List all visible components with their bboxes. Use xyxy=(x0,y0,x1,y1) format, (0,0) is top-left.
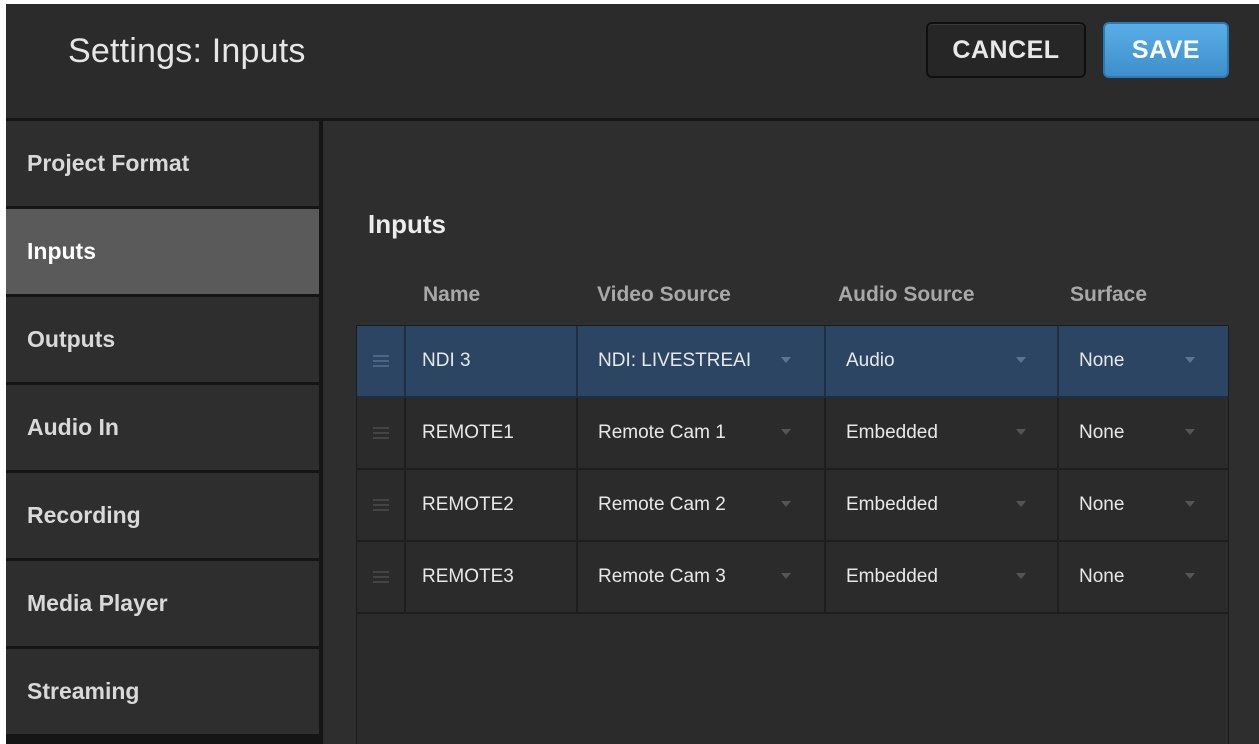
column-header-surface: Surface xyxy=(1070,283,1148,306)
input-name: REMOTE2 xyxy=(422,494,514,515)
surface-select[interactable]: None xyxy=(1059,542,1228,612)
inputs-panel: Inputs Name Video Source Audio Source Su… xyxy=(324,121,1259,744)
sidebar-item-audio-in[interactable]: Audio In xyxy=(6,385,319,470)
settings-sidebar: Project Format Inputs Outputs Audio In R… xyxy=(6,121,323,744)
sidebar-item-label: Media Player xyxy=(27,590,168,616)
sidebar-item-outputs[interactable]: Outputs xyxy=(6,297,319,382)
table-row[interactable]: REMOTE2 Remote Cam 2 Embedded None xyxy=(357,470,1228,542)
input-name-cell[interactable]: NDI 3 xyxy=(406,326,578,396)
video-source-select[interactable]: Remote Cam 1 xyxy=(578,398,826,468)
video-source-value: Remote Cam 1 xyxy=(598,422,726,443)
surface-value: None xyxy=(1079,350,1125,371)
column-header-video-source: Video Source xyxy=(597,283,731,306)
sidebar-item-label: Streaming xyxy=(27,678,140,704)
surface-value: None xyxy=(1079,494,1125,515)
settings-window: Settings: Inputs CANCEL SAVE Project For… xyxy=(6,4,1259,744)
sidebar-item-project-format[interactable]: Project Format xyxy=(6,121,319,206)
chevron-down-icon xyxy=(1016,429,1026,435)
surface-value: None xyxy=(1079,422,1125,443)
row-drag-handle[interactable] xyxy=(357,542,406,612)
sidebar-item-label: Outputs xyxy=(27,326,116,352)
chevron-down-icon xyxy=(781,357,791,363)
audio-source-value: Embedded xyxy=(846,566,938,587)
chevron-down-icon xyxy=(1185,573,1195,579)
audio-source-select[interactable]: Embedded xyxy=(826,542,1059,612)
sidebar-item-streaming[interactable]: Streaming xyxy=(6,649,319,734)
drag-handle-icon xyxy=(372,355,389,367)
row-drag-handle[interactable] xyxy=(357,470,406,540)
drag-handle-icon xyxy=(372,427,389,439)
drag-handle-icon xyxy=(372,571,389,583)
column-header-name: Name xyxy=(423,283,481,306)
input-name: REMOTE1 xyxy=(422,422,514,443)
video-source-value: NDI: LIVESTREAI xyxy=(598,350,752,371)
video-source-select[interactable]: Remote Cam 3 xyxy=(578,542,826,612)
surface-select[interactable]: None xyxy=(1059,326,1228,396)
inputs-table: NDI 3 NDI: LIVESTREAI Audio None REMOTE1… xyxy=(356,325,1229,744)
video-source-value: Remote Cam 3 xyxy=(598,566,726,587)
audio-source-select[interactable]: Embedded xyxy=(826,398,1059,468)
input-name-cell[interactable]: REMOTE3 xyxy=(406,542,578,612)
chevron-down-icon xyxy=(781,501,791,507)
video-source-select[interactable]: Remote Cam 2 xyxy=(578,470,826,540)
drag-handle-icon xyxy=(372,499,389,511)
audio-source-value: Embedded xyxy=(846,494,938,515)
page-title: Settings: Inputs xyxy=(68,32,306,70)
sidebar-item-recording[interactable]: Recording xyxy=(6,473,319,558)
chevron-down-icon xyxy=(781,573,791,579)
surface-select[interactable]: None xyxy=(1059,398,1228,468)
sidebar-item-media-player[interactable]: Media Player xyxy=(6,561,319,646)
row-drag-handle[interactable] xyxy=(357,326,406,396)
surface-select[interactable]: None xyxy=(1059,470,1228,540)
audio-source-select[interactable]: Audio xyxy=(826,326,1059,396)
chevron-down-icon xyxy=(781,429,791,435)
input-name-cell[interactable]: REMOTE1 xyxy=(406,398,578,468)
input-name: REMOTE3 xyxy=(422,566,514,587)
chevron-down-icon xyxy=(1185,429,1195,435)
sidebar-item-inputs[interactable]: Inputs xyxy=(6,209,319,294)
chevron-down-icon xyxy=(1185,501,1195,507)
chevron-down-icon xyxy=(1016,357,1026,363)
table-row[interactable]: REMOTE1 Remote Cam 1 Embedded None xyxy=(357,398,1228,470)
input-name-cell[interactable]: REMOTE2 xyxy=(406,470,578,540)
save-button[interactable]: SAVE xyxy=(1103,22,1229,78)
video-source-value: Remote Cam 2 xyxy=(598,494,726,515)
chevron-down-icon xyxy=(1185,357,1195,363)
cancel-button[interactable]: CANCEL xyxy=(926,22,1086,78)
row-drag-handle[interactable] xyxy=(357,398,406,468)
header-bar: Settings: Inputs CANCEL SAVE xyxy=(6,4,1259,121)
chevron-down-icon xyxy=(1016,573,1026,579)
video-source-select[interactable]: NDI: LIVESTREAI xyxy=(578,326,826,396)
sidebar-item-label: Recording xyxy=(27,502,141,528)
table-row[interactable]: NDI 3 NDI: LIVESTREAI Audio None xyxy=(357,326,1228,398)
sidebar-item-label: Audio In xyxy=(27,414,119,440)
table-row[interactable]: REMOTE3 Remote Cam 3 Embedded None xyxy=(357,542,1228,614)
surface-value: None xyxy=(1079,566,1125,587)
input-name: NDI 3 xyxy=(422,350,471,371)
column-header-audio-source: Audio Source xyxy=(838,283,975,306)
sidebar-item-label: Project Format xyxy=(27,150,190,176)
audio-source-value: Embedded xyxy=(846,422,938,443)
audio-source-select[interactable]: Embedded xyxy=(826,470,1059,540)
audio-source-value: Audio xyxy=(846,350,895,371)
sidebar-item-label: Inputs xyxy=(27,238,96,264)
chevron-down-icon xyxy=(1016,501,1026,507)
section-title: Inputs xyxy=(368,209,446,239)
